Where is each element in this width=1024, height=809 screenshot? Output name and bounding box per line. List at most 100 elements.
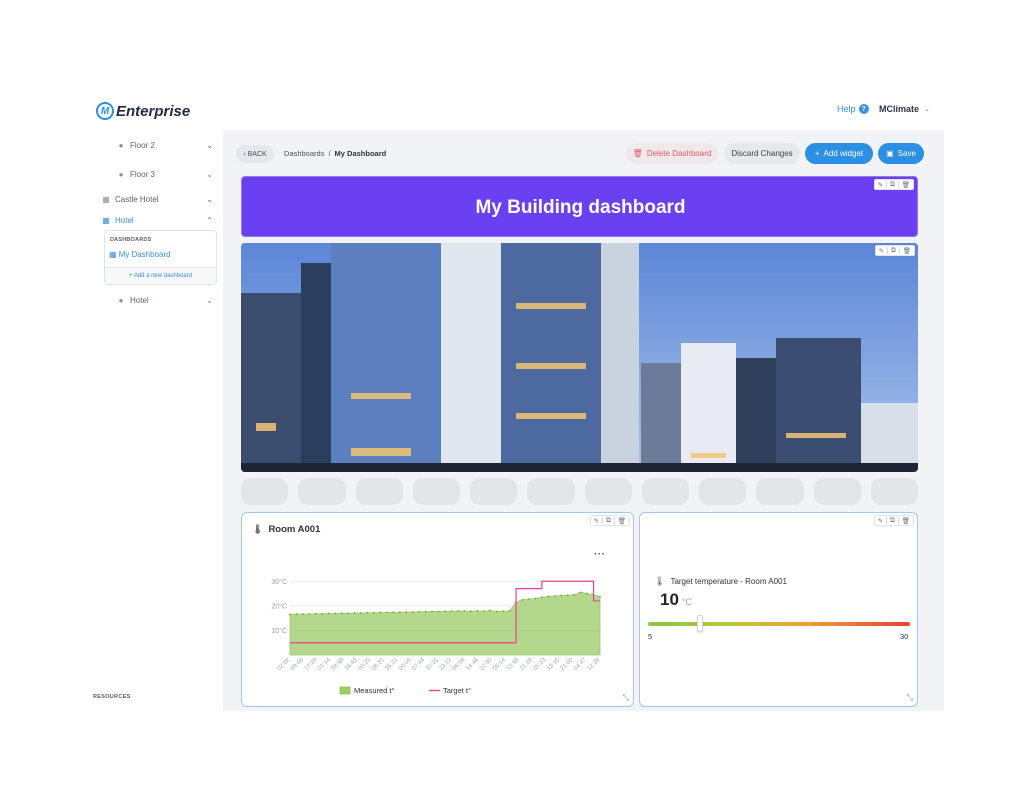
dashboard-link-my-dashboard[interactable]: ▦ My Dashboard: [109, 250, 171, 259]
duplicate-icon[interactable]: ⧉: [606, 517, 611, 525]
temperature-chart: 10°C20°C30°C02:0209:4617:3001:1408:5816:…: [271, 578, 602, 695]
duplicate-icon[interactable]: ⧉: [891, 247, 896, 255]
edit-icon[interactable]: ✎: [878, 181, 883, 189]
x-tick-label: 08:58: [330, 657, 345, 672]
slider-max-label: 30: [900, 632, 909, 641]
measured-point: [373, 611, 375, 614]
chevron-up-icon[interactable]: ⌃: [206, 216, 213, 225]
add-dashboard-button[interactable]: + Add a new dashboard: [105, 267, 216, 283]
dashboards-heading: DASHBOARDS: [110, 237, 152, 243]
delete-label: Delete Dashboard: [646, 149, 712, 158]
breadcrumb-dashboards[interactable]: Dashboards: [284, 149, 324, 158]
help-link[interactable]: Help ?: [837, 104, 869, 114]
brand-mark-icon: M: [96, 102, 114, 120]
sidebar-item-hotel-location[interactable]: ● Hotel ⌄: [86, 291, 223, 309]
widget-placeholder[interactable]: [412, 478, 460, 505]
widget-placeholder[interactable]: [470, 478, 518, 505]
room-chart-widget[interactable]: 🌡 Room A001 ··· ✎ ⧉ 🗑 10°C 20°C 30°C 02:02 0…: [241, 512, 634, 707]
widget-placeholder[interactable]: [699, 478, 747, 505]
x-tick-label: 09:46: [290, 657, 305, 672]
resize-icon[interactable]: ⤡: [907, 693, 913, 703]
chevron-down-icon: ⌄: [924, 106, 930, 113]
title-widget[interactable]: My Building dashboard ✎ ⧉ 🗑: [241, 176, 918, 237]
measured-point: [392, 611, 395, 614]
sidebar-item-floor-2[interactable]: ● Floor 2 ⌄: [86, 136, 223, 154]
measured-point: [398, 611, 401, 614]
help-label: Help: [837, 104, 856, 114]
measured-point: [321, 612, 324, 615]
measured-point: [528, 598, 530, 600]
save-button[interactable]: ▣ Save: [878, 143, 924, 164]
widget-placeholder[interactable]: [584, 478, 632, 505]
measured-point: [573, 593, 576, 596]
x-tick-label: 13:58: [506, 657, 521, 672]
duplicate-icon[interactable]: ⧉: [890, 181, 895, 189]
sidebar: ● Floor 2 ⌄ ● Floor 3 ⌄ ▦ Castle Hotel ⌄…: [86, 130, 223, 711]
chevron-down-icon[interactable]: ⌄: [206, 296, 213, 305]
measured-point: [566, 594, 569, 597]
widget-placeholder[interactable]: [298, 478, 346, 505]
location-pin-icon: ●: [118, 295, 124, 305]
widget-tools: ✎ ⧉ 🗑: [589, 515, 630, 526]
x-tick-label: 00:25: [357, 657, 372, 672]
x-tick-label: 06:14: [492, 657, 507, 672]
x-tick-label: 15:31: [425, 657, 440, 672]
x-tick-label: 00:06: [398, 657, 413, 672]
temperature-slider-track[interactable]: [648, 622, 910, 626]
delete-dashboard-button[interactable]: 🗑 Delete Dashboard: [626, 143, 718, 164]
duplicate-icon[interactable]: ⧉: [890, 517, 895, 525]
legend-label-target: Target t°: [443, 686, 471, 695]
app-window: M Enterprise by MClimate Help ? MClimate…: [86, 88, 944, 711]
breadcrumb-current: My Dashboard: [334, 149, 387, 158]
measured-point: [534, 597, 537, 600]
room-title-label: Room A001: [268, 524, 321, 535]
widget-placeholder[interactable]: [870, 478, 918, 505]
edit-icon[interactable]: ✎: [879, 247, 884, 255]
edit-icon[interactable]: ✎: [594, 517, 599, 525]
resize-icon[interactable]: ⤡: [623, 693, 629, 703]
widget-placeholder[interactable]: [813, 478, 861, 505]
sidebar-item-floor-3[interactable]: ● Floor 3 ⌄: [86, 165, 223, 183]
trash-icon[interactable]: 🗑: [903, 247, 911, 255]
trash-icon: 🗑: [632, 149, 643, 158]
target-value-number: 10: [660, 590, 679, 609]
chevron-down-icon[interactable]: ⌄: [206, 141, 213, 150]
widget-placeholder[interactable]: [641, 478, 689, 505]
add-widget-button[interactable]: + Add widget: [805, 143, 873, 164]
edit-icon[interactable]: ✎: [878, 517, 883, 525]
chevron-down-icon[interactable]: ⌄: [206, 170, 213, 179]
measured-point: [379, 611, 382, 614]
measured-point: [334, 612, 337, 615]
resources-heading: RESOURCES: [93, 694, 131, 700]
location-pin-icon: ●: [118, 140, 124, 150]
target-temperature-widget[interactable]: ✎ ⧉ 🗑 🌡 Target temperature - Room A001 1…: [639, 512, 918, 707]
measured-point: [482, 610, 485, 613]
measured-point: [502, 610, 505, 613]
discard-changes-button[interactable]: Discard Changes: [724, 143, 800, 164]
breadcrumb: Dashboards / My Dashboard: [284, 149, 386, 158]
back-button[interactable]: ‹ BACK: [236, 145, 274, 163]
measured-point: [360, 612, 362, 614]
measured-point: [418, 610, 421, 613]
brand-subtitle: by MClimate: [142, 107, 165, 112]
widget-placeholder[interactable]: [527, 478, 575, 505]
measured-point: [489, 609, 492, 612]
user-menu[interactable]: MClimate ⌄: [879, 104, 930, 114]
trash-icon[interactable]: 🗑: [902, 517, 910, 525]
widget-placeholder[interactable]: [756, 478, 804, 505]
widget-placeholder[interactable]: [241, 478, 289, 505]
trash-icon[interactable]: 🗑: [618, 517, 626, 525]
x-tick-label: 02:02: [277, 657, 292, 672]
image-widget[interactable]: ✎ ⧉ 🗑: [241, 243, 918, 472]
chevron-down-icon[interactable]: ⌄: [206, 195, 213, 204]
sidebar-item-castle-hotel[interactable]: ▦ Castle Hotel ⌄: [86, 190, 223, 208]
trash-icon[interactable]: 🗑: [902, 181, 910, 189]
sidebar-item-label: Floor 2: [130, 140, 155, 150]
widget-placeholder[interactable]: [355, 478, 403, 505]
sidebar-item-hotel[interactable]: ▦ Hotel ⌃: [86, 211, 223, 229]
measured-point: [411, 611, 414, 613]
sidebar-item-label: Floor 3: [130, 169, 155, 179]
sidebar-item-label: Hotel: [115, 215, 134, 225]
measured-point: [463, 610, 466, 612]
temperature-slider-handle[interactable]: [697, 615, 704, 632]
